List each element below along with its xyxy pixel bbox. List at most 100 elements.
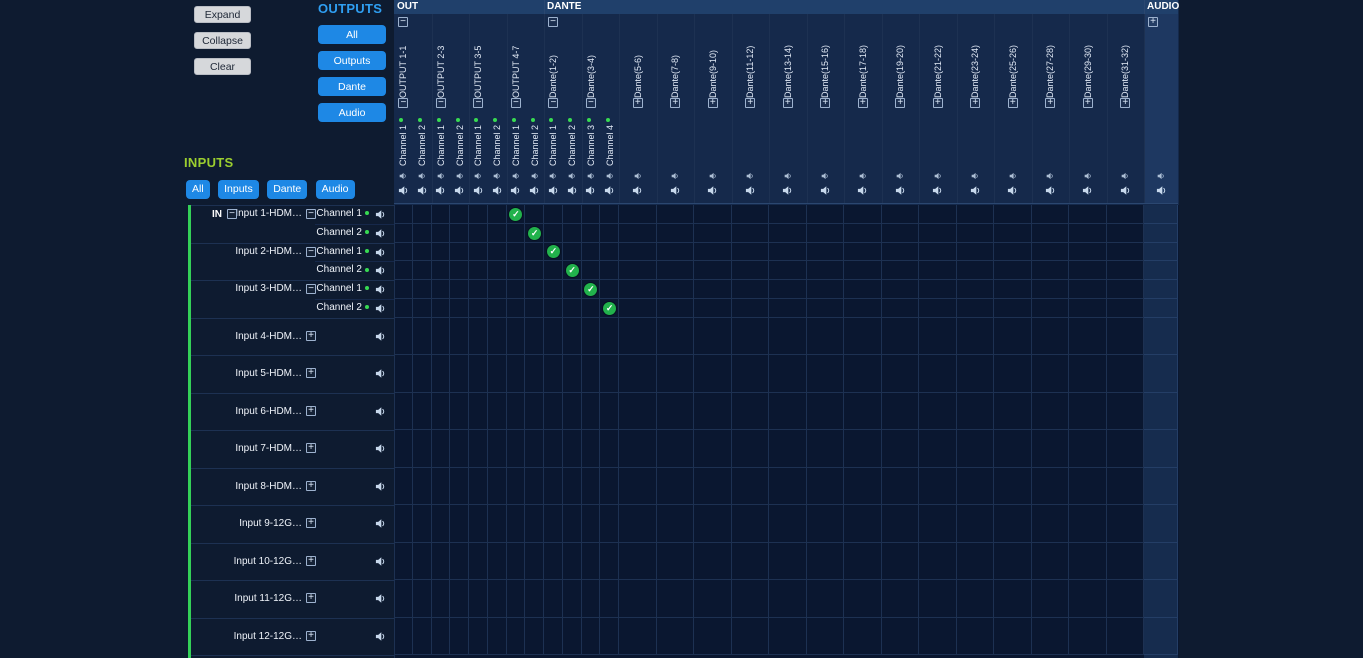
matrix-cell[interactable] <box>1069 318 1107 356</box>
outputs-filter-outputs[interactable]: Outputs <box>318 51 386 70</box>
matrix-cell[interactable] <box>563 355 582 393</box>
input-expand-toggle[interactable]: + <box>306 631 316 641</box>
matrix-cell[interactable] <box>1032 205 1070 224</box>
speaker-icon[interactable] <box>567 185 578 196</box>
matrix-cell[interactable] <box>507 505 526 543</box>
crosspoint-active[interactable]: ✓ <box>566 264 579 277</box>
mute-icon[interactable] <box>821 172 829 180</box>
speaker-icon[interactable] <box>585 185 596 196</box>
matrix-cell[interactable] <box>1144 543 1178 581</box>
matrix-cell[interactable] <box>544 261 563 280</box>
matrix-cell[interactable] <box>432 205 451 224</box>
matrix-cell[interactable] <box>469 280 488 299</box>
matrix-cell[interactable] <box>807 224 845 243</box>
matrix-cell[interactable] <box>563 505 582 543</box>
matrix-cell[interactable] <box>619 318 657 356</box>
matrix-cell[interactable] <box>657 505 695 543</box>
matrix-cell[interactable] <box>1032 280 1070 299</box>
matrix-cell[interactable] <box>1069 393 1107 431</box>
matrix-cell[interactable] <box>807 205 845 224</box>
matrix-cell[interactable] <box>657 618 695 656</box>
matrix-cell[interactable] <box>469 261 488 280</box>
matrix-cell[interactable] <box>563 468 582 506</box>
matrix-cell[interactable] <box>619 543 657 581</box>
matrix-cell[interactable] <box>844 224 882 243</box>
matrix-cell[interactable] <box>694 393 732 431</box>
matrix-cell[interactable] <box>694 299 732 318</box>
matrix-cell[interactable] <box>807 430 845 468</box>
matrix-cell[interactable] <box>488 468 507 506</box>
input-expand-toggle[interactable]: + <box>306 518 316 528</box>
matrix-cell[interactable] <box>450 543 469 581</box>
matrix-cell[interactable] <box>450 505 469 543</box>
matrix-cell[interactable] <box>994 505 1032 543</box>
input-speaker-icon[interactable] <box>375 481 386 492</box>
mute-icon[interactable] <box>1009 172 1017 180</box>
matrix-cell[interactable] <box>844 205 882 224</box>
mute-icon[interactable] <box>784 172 792 180</box>
matrix-cell[interactable] <box>450 618 469 656</box>
matrix-cell[interactable] <box>1069 280 1107 299</box>
matrix-cell[interactable] <box>732 261 770 280</box>
matrix-cell[interactable] <box>807 318 845 356</box>
matrix-cell[interactable] <box>807 618 845 656</box>
matrix-cell[interactable] <box>957 543 995 581</box>
column-group-expand-toggle[interactable]: + <box>708 98 718 108</box>
matrix-cell[interactable] <box>394 468 413 506</box>
input-expand-toggle[interactable]: + <box>306 556 316 566</box>
matrix-cell[interactable] <box>544 299 563 318</box>
matrix-cell[interactable] <box>807 261 845 280</box>
matrix-cell[interactable] <box>1069 205 1107 224</box>
column-group-expand-toggle[interactable]: + <box>1008 98 1018 108</box>
matrix-cell[interactable] <box>882 355 920 393</box>
matrix-cell[interactable] <box>694 261 732 280</box>
matrix-cell[interactable] <box>600 355 619 393</box>
matrix-cell[interactable] <box>413 355 432 393</box>
column-group-expand-toggle[interactable]: + <box>670 98 680 108</box>
matrix-cell[interactable] <box>394 243 413 262</box>
matrix-cell[interactable] <box>1107 224 1145 243</box>
matrix-cell[interactable] <box>657 580 695 618</box>
matrix-cell[interactable] <box>450 468 469 506</box>
matrix-cell[interactable] <box>807 280 845 299</box>
matrix-cell[interactable] <box>488 224 507 243</box>
matrix-cell[interactable] <box>957 243 995 262</box>
input-speaker-icon[interactable] <box>375 209 386 220</box>
matrix-cell[interactable] <box>619 280 657 299</box>
matrix-cell[interactable] <box>563 299 582 318</box>
matrix-cell[interactable] <box>694 618 732 656</box>
mute-icon[interactable] <box>474 172 482 180</box>
matrix-cell[interactable] <box>769 505 807 543</box>
matrix-cell[interactable] <box>488 243 507 262</box>
matrix-cell[interactable] <box>563 543 582 581</box>
matrix-cell[interactable] <box>732 468 770 506</box>
matrix-cell[interactable] <box>882 430 920 468</box>
matrix-cell[interactable] <box>544 430 563 468</box>
input-speaker-icon[interactable] <box>375 303 386 314</box>
matrix-cell[interactable] <box>1069 299 1107 318</box>
matrix-cell[interactable] <box>413 468 432 506</box>
matrix-cell[interactable] <box>450 393 469 431</box>
matrix-cell[interactable] <box>619 243 657 262</box>
matrix-cell[interactable] <box>844 580 882 618</box>
matrix-cell[interactable] <box>525 393 544 431</box>
clear-button[interactable]: Clear <box>194 58 251 75</box>
speaker-icon[interactable] <box>782 185 793 196</box>
matrix-cell[interactable] <box>525 580 544 618</box>
matrix-cell[interactable] <box>563 318 582 356</box>
mute-icon[interactable] <box>493 172 501 180</box>
column-group-expand-toggle[interactable]: + <box>633 98 643 108</box>
matrix-cell[interactable] <box>919 280 957 299</box>
matrix-cell[interactable] <box>432 468 451 506</box>
matrix-cell[interactable] <box>582 299 601 318</box>
matrix-cell[interactable] <box>600 224 619 243</box>
matrix-cell[interactable] <box>657 261 695 280</box>
matrix-cell[interactable] <box>525 299 544 318</box>
matrix-cell[interactable] <box>919 543 957 581</box>
outputs-filter-dante[interactable]: Dante <box>318 77 386 96</box>
matrix-cell[interactable] <box>1069 505 1107 543</box>
matrix-cell[interactable] <box>582 468 601 506</box>
matrix-cell[interactable] <box>582 224 601 243</box>
matrix-cell[interactable] <box>563 393 582 431</box>
matrix-cell[interactable] <box>882 280 920 299</box>
